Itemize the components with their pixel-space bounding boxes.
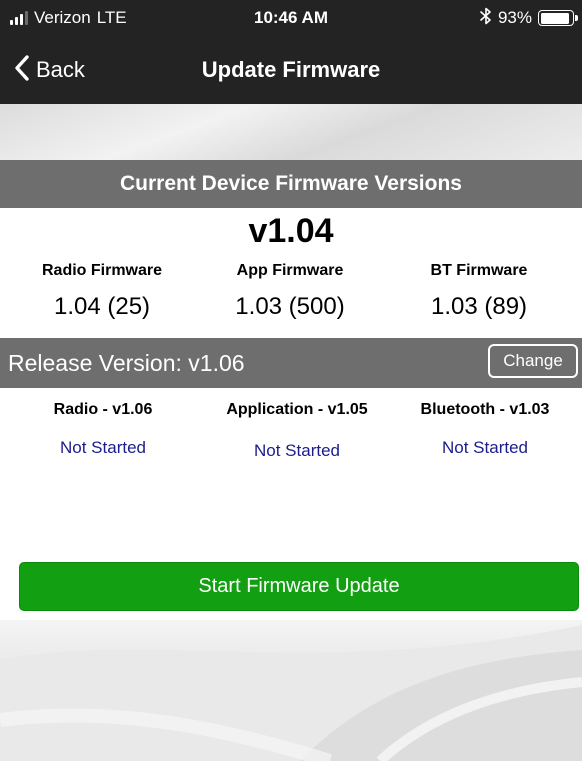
radio-update-label: Radio - v1.06 [53, 401, 153, 418]
radio-update: Radio - v1.06 Not Started [20, 0, 186, 470]
radio-update-status: Not Started [60, 438, 146, 457]
bluetooth-update-label: Bluetooth - v1.03 [420, 401, 550, 418]
application-update-status: Not Started [254, 441, 340, 460]
decorative-background [0, 620, 582, 761]
update-firmware-screen: Verizon LTE 10:46 AM 93% Back Update Fir… [0, 0, 582, 761]
bluetooth-update-status: Not Started [442, 438, 528, 457]
application-update: Application - v1.05 Not Started [202, 0, 392, 470]
bluetooth-update: Bluetooth - v1.03 Not Started [396, 0, 574, 470]
application-update-label: Application - v1.05 [226, 401, 368, 418]
start-firmware-update-button[interactable]: Start Firmware Update [19, 562, 579, 611]
